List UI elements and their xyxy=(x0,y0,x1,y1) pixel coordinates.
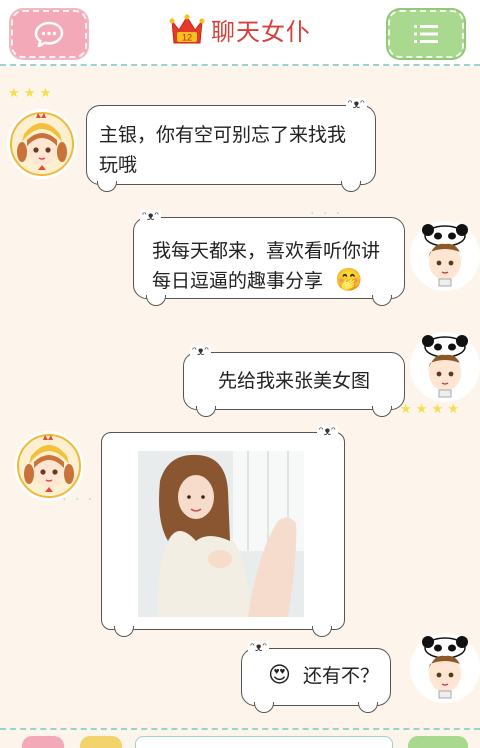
star-decoration: ★ ★ ★ xyxy=(8,86,52,101)
app-header: 12 聊天女仆 xyxy=(0,0,480,66)
kaomoji-face: ᵔᴥᵔ xyxy=(140,209,162,223)
heart-eyes-emoji-icon: 😍 xyxy=(268,663,291,688)
user-message-bubble: ᵔᴥᵔ 😍 还有不？ xyxy=(241,641,391,713)
user-avatar[interactable] xyxy=(413,636,477,700)
kaomoji-face: ᵔᴥᵔ xyxy=(345,97,367,111)
kaomoji-face: ᵔᴥᵔ xyxy=(248,640,270,654)
covering-mouth-emoji-icon: 🤭 xyxy=(335,268,363,293)
message-text: 先给我来张美女图 xyxy=(218,370,371,392)
input-toolbar-edge xyxy=(0,732,480,748)
message-text: 还有不？ xyxy=(302,665,379,687)
maid-image-bubble: ᵔᴥᵔ xyxy=(101,425,345,637)
user-message-bubble: ᵔᴥᵔ 我每天都来，喜欢看听你讲每日逗逼的趣事分享 🤭 xyxy=(133,210,405,306)
crown-badge: 12 xyxy=(182,32,192,42)
page-title: 聊天女仆 xyxy=(211,18,311,46)
footer-divider xyxy=(0,728,480,730)
maid-avatar[interactable] xyxy=(10,112,74,176)
kaomoji-face: ᵔᴥᵔ xyxy=(190,344,212,358)
user-avatar[interactable] xyxy=(413,224,477,288)
star-decoration: ★ ★ ★ ★ xyxy=(400,402,460,417)
message-text: 主银，你有空可别忘了来找我玩哦 xyxy=(99,124,347,176)
kaomoji-face: ᵔᴥᵔ xyxy=(316,424,338,438)
photo-image[interactable] xyxy=(138,451,304,617)
user-message-bubble: ᵔᴥᵔ 先给我来张美女图 xyxy=(183,345,405,417)
maid-message-bubble: ᵔᴥᵔ 主银，你有空可别忘了来找我玩哦 xyxy=(86,98,376,192)
user-avatar[interactable] xyxy=(413,335,477,399)
maid-avatar[interactable] xyxy=(17,434,81,498)
menu-button[interactable] xyxy=(388,10,464,58)
crown-icon: 12 xyxy=(169,14,205,43)
menu-icon xyxy=(414,25,438,43)
